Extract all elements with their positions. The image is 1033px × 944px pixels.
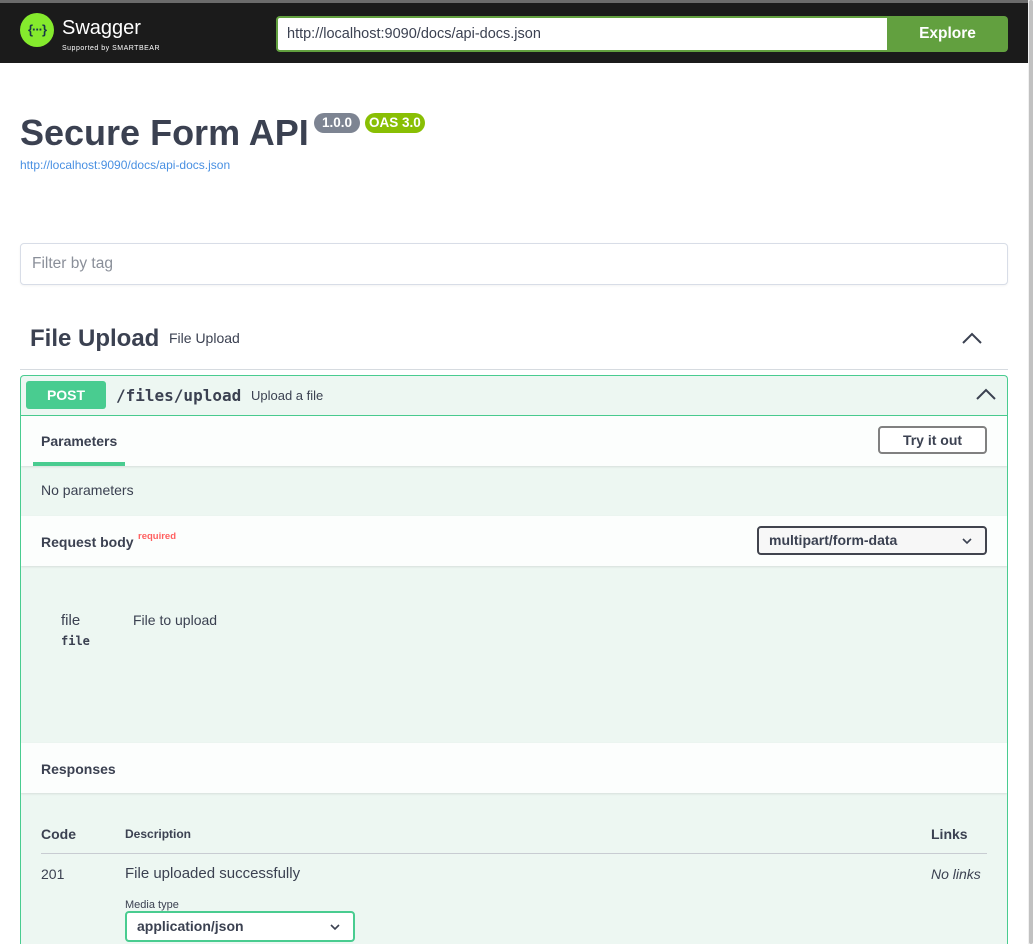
response-links: No links bbox=[931, 866, 981, 882]
chevron-down-icon bbox=[330, 924, 340, 931]
tab-parameters[interactable]: Parameters bbox=[41, 433, 117, 449]
content-type-select[interactable]: multipart/form-data bbox=[757, 526, 987, 555]
media-type-select[interactable]: application/json bbox=[125, 911, 355, 942]
version-badge: 1.0.0 bbox=[314, 113, 361, 133]
spec-link[interactable]: http://localhost:9090/docs/api-docs.json bbox=[20, 158, 230, 172]
logo-subtitle: Supported by SMARTBEAR bbox=[62, 45, 161, 52]
method-badge: POST bbox=[26, 381, 106, 409]
operation-summary-text: Upload a file bbox=[251, 388, 324, 403]
scrollbar-thumb[interactable] bbox=[1029, 0, 1033, 944]
try-it-out-button[interactable]: Try it out bbox=[878, 426, 987, 454]
column-header-description: Description bbox=[125, 827, 192, 841]
filter-by-tag-input[interactable]: Filter by tag bbox=[20, 243, 1008, 285]
no-parameters-text: No parameters bbox=[41, 482, 134, 498]
tag-name[interactable]: File Upload bbox=[30, 325, 159, 353]
tag-description: File Upload bbox=[169, 330, 240, 346]
tab-underline bbox=[33, 462, 125, 466]
body-param-description: File to upload bbox=[133, 612, 218, 628]
column-header-code: Code bbox=[41, 826, 76, 842]
body-param-type: file bbox=[61, 634, 90, 648]
request-body-title: Request body bbox=[41, 534, 134, 550]
chevron-down-icon bbox=[962, 538, 972, 545]
table-divider bbox=[41, 853, 987, 854]
operation-path[interactable]: /files/upload bbox=[116, 386, 241, 405]
chevron-up-icon[interactable] bbox=[975, 383, 997, 405]
explore-button[interactable]: Explore bbox=[887, 16, 1008, 52]
logo-name: Swagger bbox=[62, 17, 141, 39]
topbar: {···} Swagger Supported by SMARTBEAR htt… bbox=[0, 3, 1028, 63]
media-type-label: Media type bbox=[125, 899, 179, 911]
request-body-header: Request body required multipart/form-dat… bbox=[21, 516, 1007, 566]
operation-summary[interactable]: POST /files/upload Upload a file bbox=[21, 376, 1007, 416]
parameters-header: Parameters Try it out bbox=[21, 416, 1007, 466]
swagger-logo-icon: {···} bbox=[20, 13, 54, 47]
response-description: File uploaded successfully bbox=[125, 865, 301, 882]
operation-block: POST /files/upload Upload a file Paramet… bbox=[20, 375, 1008, 944]
media-type-value: application/json bbox=[137, 918, 244, 934]
required-label: required bbox=[138, 531, 177, 542]
spec-url-input[interactable]: http://localhost:9090/docs/api-docs.json bbox=[276, 16, 887, 52]
body-param-name: file bbox=[61, 612, 81, 629]
tag-section-header[interactable]: File Upload File Upload bbox=[20, 316, 1008, 370]
scrollbar[interactable] bbox=[1028, 0, 1033, 944]
chevron-up-icon[interactable] bbox=[960, 326, 984, 350]
responses-header: Responses bbox=[21, 743, 1007, 793]
responses-title: Responses bbox=[41, 761, 116, 777]
oas-badge: OAS 3.0 bbox=[365, 113, 425, 133]
column-header-links: Links bbox=[931, 826, 968, 842]
content-type-value: multipart/form-data bbox=[769, 532, 898, 548]
api-title: Secure Form API bbox=[20, 112, 309, 153]
response-code: 201 bbox=[41, 866, 65, 882]
